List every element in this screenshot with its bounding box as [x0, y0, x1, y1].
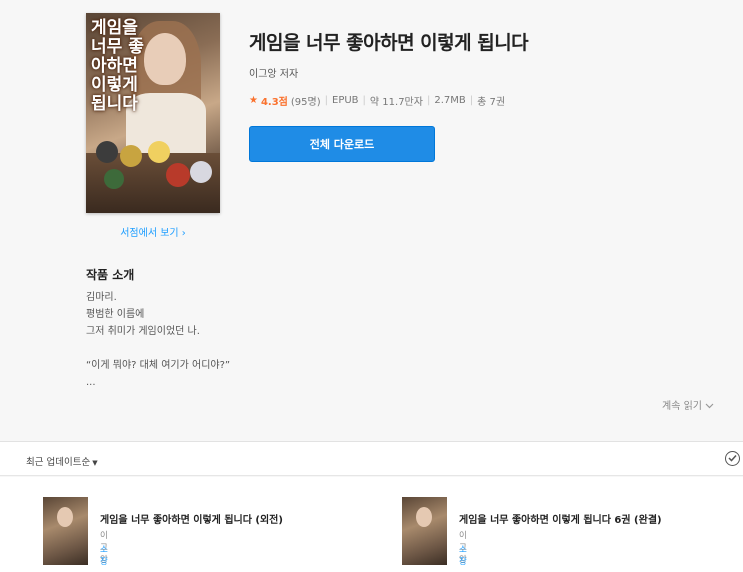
intro-line: [86, 340, 230, 357]
intro-line: 평범한 이름에: [86, 309, 145, 320]
volume-thumbnail[interactable]: [43, 497, 88, 565]
intro-text: 김마리. 평범한 이름에 그저 취미가 게임이었던 나. “이게 뭐야? 대체 …: [86, 289, 230, 391]
book-meta: ★ 4.3점 (95명) | EPUB | 약 11.7만자 | 2.7MB |…: [249, 93, 505, 108]
meta-separator: |: [362, 95, 366, 106]
volume-title[interactable]: 게임을 너무 좋아하면 이렇게 됩니다 6권 (완결): [459, 511, 662, 526]
volume-list: 게임을 너무 좋아하면 이렇게 됩니다 (외전) 이그앙 소장 게임을 너무 좋…: [0, 477, 743, 572]
sort-label: 최근 업데이트순: [26, 457, 91, 468]
rating-count: (95명): [290, 97, 321, 108]
download-all-button[interactable]: 전체 다운로드: [249, 126, 435, 162]
intro-line: 그저 취미가 게임이었던 나.: [86, 326, 200, 337]
book-author[interactable]: 이그앙 저자: [249, 65, 298, 80]
store-link[interactable]: 서점에서 보기 ›: [86, 224, 220, 239]
meta-separator: |: [426, 95, 431, 106]
volume-count: 총 7권: [477, 97, 506, 108]
meta-separator: |: [469, 95, 474, 106]
cover-title: 게임을 너무 좋아하면 이렇게 됩니다: [91, 18, 144, 114]
cover-art-chibi: [190, 161, 212, 183]
volume-title[interactable]: 게임을 너무 좋아하면 이렇게 됩니다 (외전): [100, 511, 283, 526]
book-cover: 게임을 너무 좋아하면 이렇게 됩니다: [86, 13, 220, 213]
cover-art-chibi: [104, 169, 124, 189]
rating-value: 4.3점: [260, 97, 288, 108]
intro-line: 김마리.: [86, 292, 117, 303]
read-more-label: 계속 읽기: [662, 401, 702, 412]
select-check-icon[interactable]: [725, 451, 740, 466]
star-icon: ★: [249, 95, 258, 106]
cover-art-chibi: [148, 141, 170, 163]
sort-bar: 최근 업데이트순 ▼: [0, 442, 743, 476]
file-size: 2.7MB: [434, 95, 466, 106]
cover-art-chibi: [120, 145, 142, 167]
caret-down-icon: ▼: [92, 459, 98, 467]
cover-art-chibi: [96, 141, 118, 163]
cover-art-chibi: [166, 163, 190, 187]
intro-line: “이게 뭐야? 대체 여기가 어디야?”: [86, 360, 231, 371]
meta-separator: |: [324, 95, 328, 106]
ownership-badge: 소장: [100, 545, 108, 567]
intro-line: ...: [86, 377, 96, 388]
volume-thumbnail[interactable]: [402, 497, 447, 565]
format: EPUB: [332, 95, 359, 106]
sort-dropdown[interactable]: 최근 업데이트순 ▼: [26, 454, 98, 468]
ownership-badge: 소장: [459, 545, 467, 567]
length: 약 11.7만자: [369, 97, 423, 108]
read-more-link[interactable]: 계속 읽기: [662, 397, 714, 412]
intro-heading: 작품 소개: [86, 268, 135, 282]
chevron-down-icon: [705, 401, 714, 412]
book-title: 게임을 너무 좋아하면 이렇게 됩니다: [249, 32, 529, 54]
